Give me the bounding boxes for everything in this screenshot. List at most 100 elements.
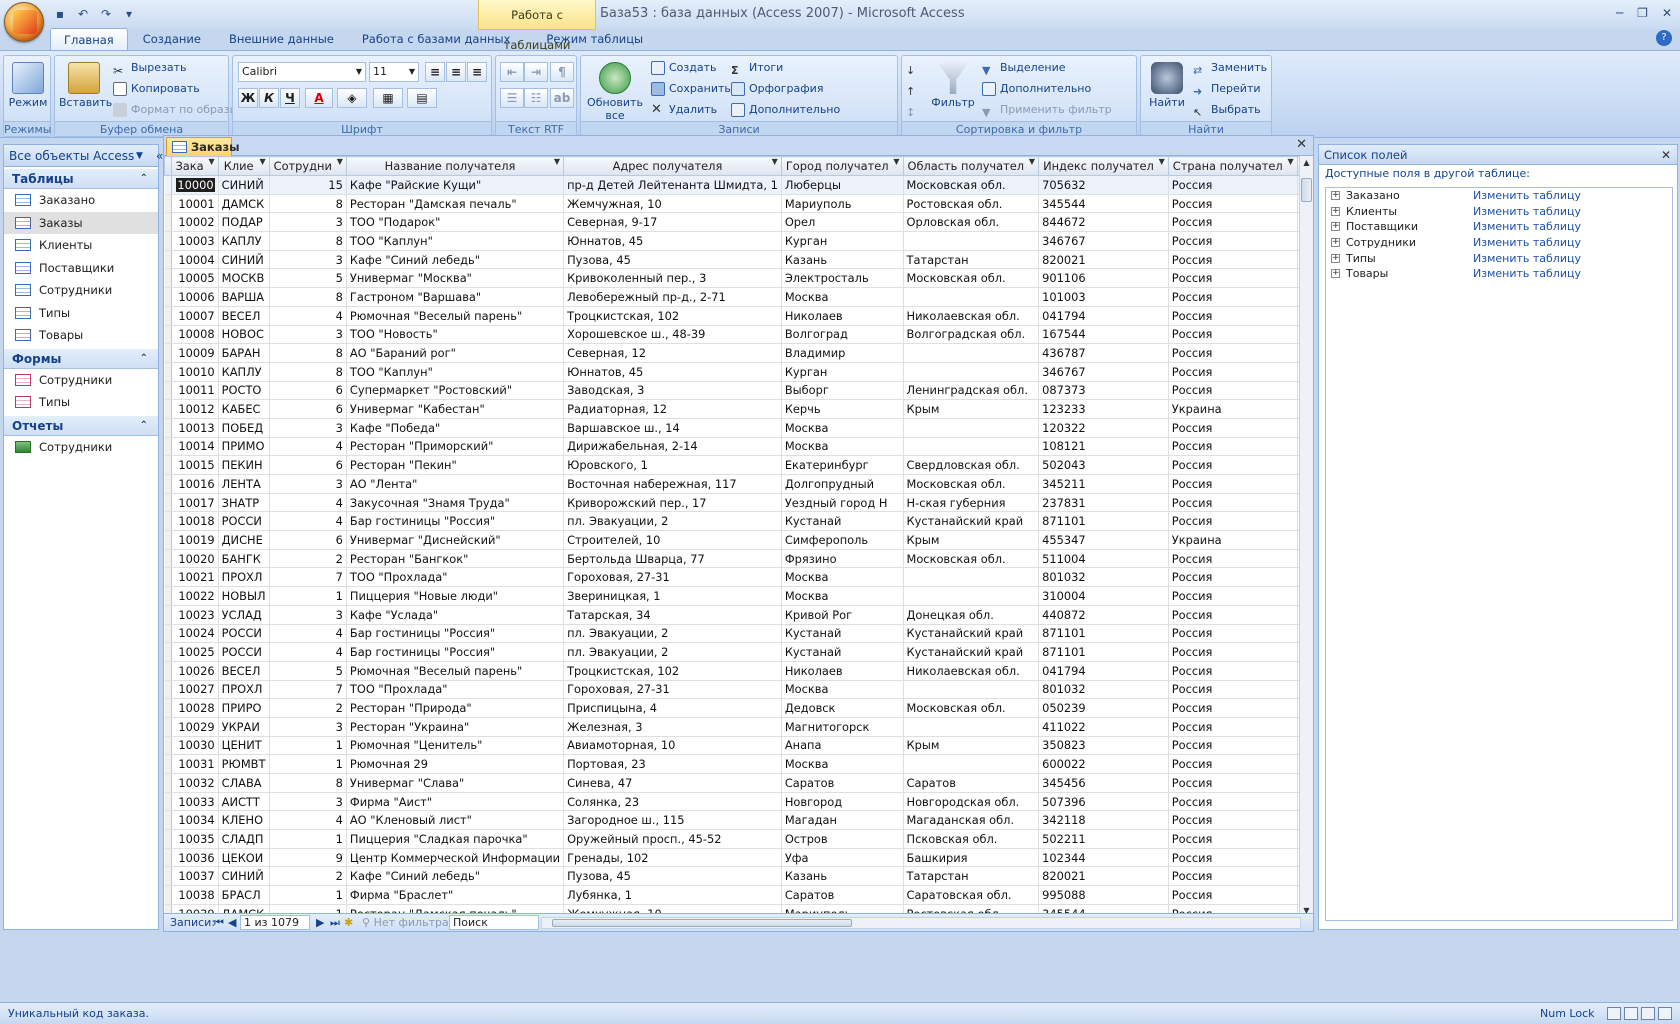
table-cell[interactable]: Украина (1168, 399, 1298, 419)
gridlines-button[interactable]: ▦ (373, 88, 403, 108)
table-cell[interactable]: 502211 (1038, 829, 1169, 849)
table-cell[interactable]: 10007 (171, 306, 219, 326)
save-icon[interactable]: ▪ (50, 5, 70, 23)
table-cell[interactable]: 6 (269, 399, 347, 419)
table-cell[interactable]: Универмаг "Кабестан" (346, 399, 565, 419)
table-cell[interactable]: Волгоград (781, 325, 904, 345)
chevron-down-icon[interactable]: ▼ (337, 158, 343, 167)
table-cell[interactable]: 7 (269, 680, 347, 700)
table-cell[interactable]: Синева, 47 (563, 773, 782, 793)
first-record-icon[interactable]: ⏮ (214, 914, 224, 931)
table-cell[interactable]: Россия (1168, 773, 1298, 793)
table-cell[interactable]: УКРАИ (218, 717, 270, 737)
table-cell[interactable]: пр-д Детей Лейтенанта Шмидта, 1 (563, 175, 782, 195)
table-cell[interactable]: 1 (269, 829, 347, 849)
table-cell[interactable]: 10036 (171, 848, 219, 868)
table-cell[interactable]: Анапа (781, 736, 904, 756)
table-cell[interactable]: Пиццерия "Новые люди" (346, 586, 565, 606)
table-cell[interactable]: Россия (1168, 325, 1298, 345)
table-cell[interactable]: Россия (1168, 642, 1298, 662)
table-cell[interactable]: 3 (269, 605, 347, 625)
table-row[interactable]: 10033 АИСТТ 3 Фирма "Аист" Солянка, 23 Новгор… (164, 792, 1300, 812)
table-cell[interactable]: 10023 (171, 605, 219, 625)
table-cell[interactable]: СИНИЙ (218, 250, 270, 270)
nav-item-0-0[interactable]: Заказано (4, 189, 158, 212)
paste-button[interactable]: Вставить (59, 58, 112, 120)
table-cell[interactable]: Оружейный просп., 45-52 (563, 829, 782, 849)
table-cell[interactable]: 3 (269, 717, 347, 737)
table-cell[interactable]: 8 (269, 231, 347, 251)
table-cell[interactable]: 346767 (1038, 231, 1169, 251)
table-cell[interactable]: Саратовская обл. (903, 885, 1040, 905)
table-cell[interactable]: 4 (269, 810, 347, 831)
table-cell[interactable]: 10014 (171, 437, 219, 457)
table-row[interactable]: 10027 ПРОХЛ 7 ТОО "Прохлада" Гороховая, 27-3… (164, 680, 1300, 700)
table-cell[interactable]: ДАМСК (218, 194, 270, 214)
column-header-5[interactable]: Город получател ▼ (780, 156, 904, 176)
table-cell[interactable]: Татарстан (903, 866, 1040, 887)
table-cell[interactable]: Москва (781, 287, 904, 307)
find-button[interactable]: Найти (1143, 58, 1191, 120)
nav-item-2-0[interactable]: Сотрудники (4, 436, 158, 459)
table-cell[interactable]: 10033 (171, 792, 219, 812)
table-cell[interactable]: Супермаркет "Ростовский" (346, 381, 565, 401)
table-cell[interactable]: НОВЫЛ (218, 586, 270, 606)
table-cell[interactable]: СЛАВА (218, 773, 270, 793)
table-row[interactable]: 10034 КЛЕНО 4 АО "Кленовый лист" Загородное … (164, 810, 1300, 831)
horizontal-scrollbar[interactable] (541, 917, 1301, 929)
table-cell[interactable]: 871101 (1038, 642, 1169, 662)
delete-record-button[interactable]: ✕ Удалить (651, 100, 717, 120)
table-cell[interactable]: Северная, 9-17 (563, 212, 782, 233)
font-size-select[interactable]: 11 ▼ (369, 62, 419, 82)
table-cell[interactable]: Россия (1168, 549, 1298, 569)
table-cell[interactable]: РОССИ (218, 511, 270, 532)
table-cell[interactable]: Москва (781, 680, 904, 700)
nav-item-1-0[interactable]: Сотрудники (4, 369, 158, 392)
table-cell[interactable]: Остров (781, 829, 904, 849)
field-list-table-5[interactable]: + Товары Изменить таблицу (1326, 266, 1672, 282)
table-cell[interactable]: Казань (781, 250, 904, 270)
chevron-down-icon[interactable]: ▼ (259, 158, 265, 167)
table-cell[interactable]: Россия (1168, 381, 1298, 401)
table-cell[interactable]: 5 (269, 268, 347, 289)
table-cell[interactable]: Варшавское ш., 14 (563, 418, 782, 438)
table-row[interactable]: 10004 СИНИЙ 3 Кафе "Синий лебедь" Пузова, 45… (164, 250, 1300, 270)
table-cell[interactable]: Железная, 3 (563, 717, 782, 737)
table-cell[interactable] (903, 586, 1040, 606)
format-painter-button[interactable]: Формат по образцу (113, 100, 244, 120)
table-cell[interactable]: Гастроном "Варшава" (346, 287, 565, 307)
chevron-down-icon[interactable]: ▼ (136, 145, 143, 167)
tab-1[interactable]: Создание (130, 28, 214, 50)
table-cell[interactable]: ТОО "Каплун" (346, 362, 565, 382)
table-cell[interactable]: Левобережный пр-д., 2-71 (563, 287, 782, 307)
table-cell[interactable]: Россия (1168, 810, 1298, 831)
table-cell[interactable]: Универмаг "Слава" (346, 773, 565, 793)
table-cell[interactable]: 10020 (171, 549, 219, 569)
table-cell[interactable]: Пузова, 45 (563, 866, 782, 887)
search-box[interactable]: Поиск (449, 915, 539, 930)
table-cell[interactable]: АО "Бараний рог" (346, 343, 565, 363)
table-cell[interactable]: Фрязино (781, 549, 904, 569)
field-list-table-0[interactable]: + Заказано Изменить таблицу (1326, 188, 1672, 204)
close-icon[interactable]: ✕ (1662, 6, 1672, 20)
table-cell[interactable]: 9 (269, 848, 347, 868)
table-cell[interactable]: Россия (1168, 175, 1298, 195)
table-cell[interactable]: 10009 (171, 343, 219, 363)
table-cell[interactable]: ПОДАР (218, 212, 270, 233)
table-cell[interactable]: Гороховая, 27-31 (563, 567, 782, 588)
table-cell[interactable]: Россия (1168, 455, 1298, 475)
collapse-section-icon[interactable]: ⌃ (140, 349, 148, 369)
table-cell[interactable]: Россия (1168, 437, 1298, 457)
table-cell[interactable]: Николаевская обл. (903, 661, 1040, 681)
table-cell[interactable]: ТОО "Каплун" (346, 231, 565, 251)
table-cell[interactable]: 10016 (171, 474, 219, 494)
chevron-down-icon[interactable]: ▼ (893, 158, 899, 167)
table-row[interactable]: 10006 ВАРША 8 Гастроном "Варшава" Левобережн… (164, 287, 1300, 307)
nav-section-1[interactable]: Формы ⌃ (4, 348, 158, 369)
field-list-table-1[interactable]: + Клиенты Изменить таблицу (1326, 204, 1672, 220)
table-cell[interactable]: ПЕКИН (218, 455, 270, 475)
nav-item-0-3[interactable]: Поставщики (4, 257, 158, 280)
table-cell[interactable]: 5 (269, 661, 347, 681)
column-header-7[interactable]: Индекс получател ▼ (1038, 156, 1169, 176)
new-record-nav-icon[interactable]: ✱ (344, 914, 353, 931)
